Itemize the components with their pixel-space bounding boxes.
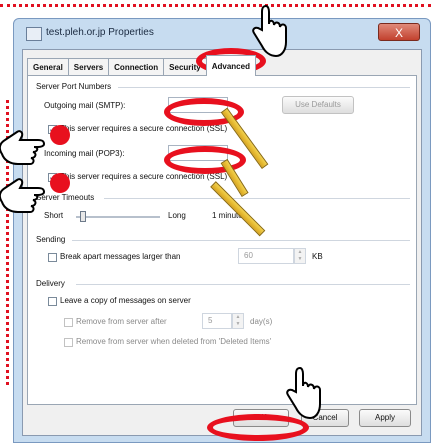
top-dotted-border: [0, 4, 431, 7]
break-apart-checkbox[interactable]: [48, 253, 57, 262]
pointing-hand-icon: [0, 178, 46, 213]
leave-copy-checkbox[interactable]: [48, 297, 57, 306]
remove-days-input[interactable]: 5: [202, 313, 232, 329]
smtp-label: Outgoing mail (SMTP):: [44, 101, 126, 110]
pointing-hand-icon: [252, 4, 287, 58]
pointing-hand-icon: [286, 366, 321, 420]
remove-days-spinner[interactable]: ▲ ▼: [232, 313, 244, 329]
break-apart-label: Break apart messages larger than: [60, 252, 181, 261]
pop3-ssl-highlight: [50, 173, 70, 193]
window-title: test.pleh.or.jp Properties: [46, 27, 154, 38]
sending-heading: Sending: [36, 235, 66, 244]
delivery-divider: [76, 284, 410, 285]
tab-general[interactable]: General: [27, 58, 69, 76]
size-unit-label: KB: [312, 252, 323, 261]
pointing-hand-icon: [0, 130, 46, 165]
tab-advanced[interactable]: Advanced: [205, 55, 256, 76]
smtp-ssl-highlight: [50, 125, 70, 145]
apply-button[interactable]: Apply: [359, 409, 411, 427]
sending-divider: [72, 240, 410, 241]
message-size-spinner[interactable]: ▲ ▼: [294, 248, 306, 264]
mail-account-icon: [26, 27, 42, 41]
pop3-label: Incoming mail (POP3):: [44, 149, 125, 158]
tab-connection[interactable]: Connection: [108, 58, 165, 76]
remove-after-label: Remove from server after: [76, 317, 167, 326]
tab-servers[interactable]: Servers: [67, 58, 110, 76]
ports-heading: Server Port Numbers: [36, 82, 112, 91]
remove-after-checkbox[interactable]: [64, 318, 73, 327]
timeouts-divider: [104, 198, 410, 199]
close-button[interactable]: X: [378, 23, 420, 41]
leave-copy-label: Leave a copy of messages on server: [60, 296, 191, 305]
tab-strip: General Servers Connection Security Adva…: [27, 55, 256, 76]
remove-deleted-label: Remove from server when deleted from 'De…: [76, 337, 272, 346]
delivery-heading: Delivery: [36, 279, 65, 288]
use-defaults-button[interactable]: Use Defaults: [282, 96, 354, 114]
title-bar: test.pleh.or.jp Properties X: [14, 19, 430, 49]
properties-dialog: test.pleh.or.jp Properties X General Ser…: [13, 18, 431, 443]
ports-divider: [118, 87, 410, 88]
timeout-long-label: Long: [168, 211, 186, 220]
message-size-input[interactable]: 60: [238, 248, 294, 264]
remove-deleted-checkbox[interactable]: [64, 338, 73, 347]
timeout-slider-track: [76, 216, 160, 218]
timeout-slider-thumb[interactable]: [80, 211, 86, 222]
days-unit-label: day(s): [250, 317, 273, 326]
